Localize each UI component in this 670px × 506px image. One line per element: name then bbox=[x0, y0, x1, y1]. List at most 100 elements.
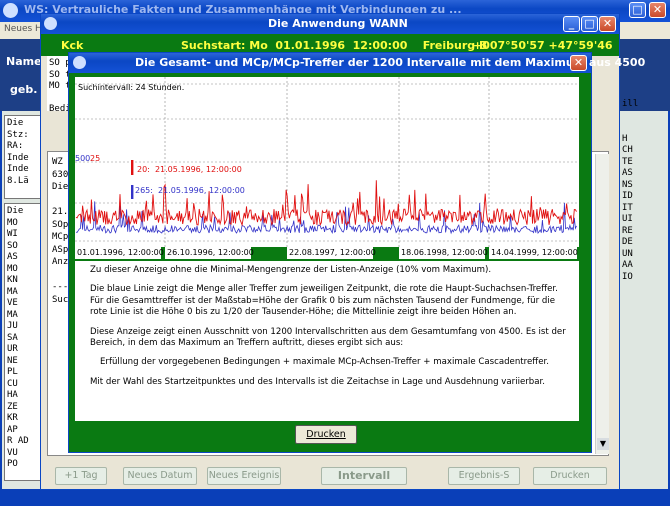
back-left-line: NE bbox=[7, 355, 18, 366]
back-right-line: DE bbox=[622, 237, 633, 247]
back-right-line bbox=[622, 364, 662, 376]
new-event-button[interactable]: Neues Ereignis bbox=[207, 467, 281, 485]
back-left-line: Inde bbox=[7, 152, 29, 163]
print-button-mid[interactable]: Drucken bbox=[533, 467, 607, 485]
back-right-line bbox=[622, 306, 662, 318]
app-icon bbox=[3, 3, 18, 18]
back-right-line: AA bbox=[622, 260, 633, 270]
back-right-panel: ill H CH TE AS NS ID IT UI RE DE UN AA IO bbox=[620, 97, 664, 457]
dialog-print-button[interactable]: Drucken bbox=[295, 425, 357, 444]
back-right-line: IT bbox=[622, 202, 633, 213]
info-line-3: Diese Anzeige zeigt einen Ausschnitt von… bbox=[90, 326, 566, 349]
dialog-titlebar[interactable]: Die Gesamt- und MCp/MCp-Treffer der 1200… bbox=[69, 53, 645, 73]
back-left-line: AS bbox=[7, 252, 18, 262]
back-left-line: VE bbox=[7, 298, 18, 308]
mid-maximize-button[interactable]: □ bbox=[581, 16, 598, 32]
mid-scrollbar[interactable]: ▼ bbox=[595, 154, 609, 454]
geb-label: geb. bbox=[10, 83, 38, 96]
date-label: 18.06.1998, 12:00:00 bbox=[399, 247, 488, 259]
y-label-red: 25 bbox=[90, 154, 101, 163]
back-left-line: WI bbox=[7, 229, 18, 239]
back-right-line: NS bbox=[622, 179, 633, 190]
info-line-2: Die blaue Linie zeigt die Menge aller Tr… bbox=[90, 284, 558, 318]
back-left-line: MO bbox=[7, 217, 18, 228]
kck-label: Kck bbox=[61, 39, 84, 52]
back-left-line: MO bbox=[7, 263, 18, 274]
date-label: 01.01.1996, 12:00:00 bbox=[75, 247, 164, 259]
back-left-text-bottom: Die MO WI SO AS MO KN MA VE MA JU SA UR NE PL CU HA ZE KR A… bbox=[7, 206, 41, 471]
result-button[interactable]: Ergebnis-S bbox=[448, 467, 520, 485]
prev-day-button[interactable]: +1 Tag bbox=[55, 467, 107, 485]
back-right-line bbox=[622, 398, 662, 410]
back-right-line: AS bbox=[622, 168, 633, 178]
chart-area: Suchintervall: 24 Stunden. 500 25 20: 21… bbox=[75, 77, 579, 247]
back-right-line: CH bbox=[622, 145, 633, 155]
back-right-line bbox=[622, 283, 662, 295]
back-left-line: R AD bbox=[7, 436, 29, 446]
search-start-label: Suchstart: Mo 01.01.1996 12:00:00 Freibu… bbox=[181, 39, 488, 52]
mid-app-icon bbox=[44, 17, 57, 30]
back-left-line: AP bbox=[7, 424, 18, 435]
back-right-line bbox=[622, 387, 662, 399]
back-left-line: Stz: bbox=[7, 129, 29, 140]
back-right-line bbox=[622, 295, 662, 307]
name-label: Name bbox=[6, 55, 42, 68]
back-left-line: KN bbox=[7, 275, 18, 285]
hits-chart bbox=[75, 77, 579, 247]
back-close-button[interactable]: ✕ bbox=[649, 2, 666, 18]
date-label: 26.10.1996, 12:00:00 bbox=[165, 247, 254, 259]
back-right-line: ill bbox=[622, 99, 639, 109]
back-maximize-button[interactable]: □ bbox=[629, 2, 646, 18]
back-left-line: UR bbox=[7, 344, 18, 354]
back-right-line bbox=[622, 111, 662, 123]
back-left-line: MA bbox=[7, 286, 18, 297]
back-left-line: SA bbox=[7, 332, 18, 343]
back-right-line: RE bbox=[622, 225, 633, 236]
info-line-1: Zu dieser Anzeige ohne die Minimal-Menge… bbox=[90, 265, 492, 275]
dialog-icon bbox=[73, 56, 86, 69]
coords-label: +007°50'57 +47°59'46 bbox=[473, 39, 613, 52]
scroll-down-icon[interactable]: ▼ bbox=[597, 438, 609, 450]
date-label: 14.04.1999, 12:00:00 bbox=[489, 247, 578, 259]
back-left-panel-top: Die Stz: RA: Inde Inde 8.Lä bbox=[4, 115, 44, 199]
new-date-button[interactable]: Neues Datum bbox=[123, 467, 197, 485]
info-panel: Zu dieser Anzeige ohne die Minimal-Menge… bbox=[75, 261, 579, 421]
chart-dialog: Die Gesamt- und MCp/MCp-Treffer der 1200… bbox=[68, 52, 645, 453]
back-right-line: UN bbox=[622, 248, 633, 259]
back-left-line: Die bbox=[7, 118, 24, 128]
max-blue-label: 265: 21.05.1996, 12:00:00 bbox=[135, 186, 245, 195]
back-right-text: ill H CH TE AS NS ID IT UI RE DE UN AA IO bbox=[622, 99, 662, 410]
back-right-line bbox=[622, 375, 662, 387]
max-red-label: 20: 21.05.1996, 12:00:00 bbox=[137, 165, 242, 174]
back-bottom-bar bbox=[0, 490, 670, 506]
back-left-panel-bottom: Die MO WI SO AS MO KN MA VE MA JU SA UR NE PL CU HA ZE KR A… bbox=[4, 203, 44, 481]
info-line-5: Mit der Wahl des Startzeitpunktes und de… bbox=[90, 376, 545, 387]
dialog-close-button[interactable]: ✕ bbox=[570, 55, 587, 71]
y-label-blue: 500 bbox=[75, 154, 91, 163]
back-right-line: H bbox=[622, 133, 628, 144]
back-left-line: JU bbox=[7, 321, 18, 331]
menu-item[interactable]: Neues H bbox=[4, 24, 42, 34]
back-right-line bbox=[622, 341, 662, 353]
back-right-line: ID bbox=[622, 191, 633, 201]
mid-close-button[interactable]: ✕ bbox=[599, 16, 616, 32]
back-left-line: ZE bbox=[7, 401, 18, 412]
blue-max-marker bbox=[131, 185, 134, 199]
back-left-line: PL bbox=[7, 367, 18, 377]
interval-label: Suchintervall: 24 Stunden. bbox=[78, 83, 185, 92]
red-max-marker bbox=[131, 160, 134, 175]
interval-button[interactable]: Intervall bbox=[321, 467, 407, 485]
back-left-line: CU bbox=[7, 378, 18, 389]
back-right-line: IO bbox=[622, 271, 633, 282]
back-right-line: UI bbox=[622, 214, 633, 224]
back-left-line: HA bbox=[7, 390, 18, 400]
back-left-line: VU bbox=[7, 447, 18, 458]
mid-window-titlebar[interactable]: Die Anwendung WANN _ □ ✕ bbox=[41, 14, 619, 34]
back-left-text-top: Die Stz: RA: Inde Inde 8.Lä bbox=[7, 118, 41, 187]
back-left-line: RA: bbox=[7, 141, 24, 151]
mid-minimize-button[interactable]: _ bbox=[563, 16, 580, 32]
back-left-line: SO bbox=[7, 240, 18, 251]
mid-window-title: Die Anwendung WANN bbox=[268, 17, 408, 30]
back-right-line: TE bbox=[622, 156, 633, 167]
back-right-line bbox=[622, 318, 662, 330]
